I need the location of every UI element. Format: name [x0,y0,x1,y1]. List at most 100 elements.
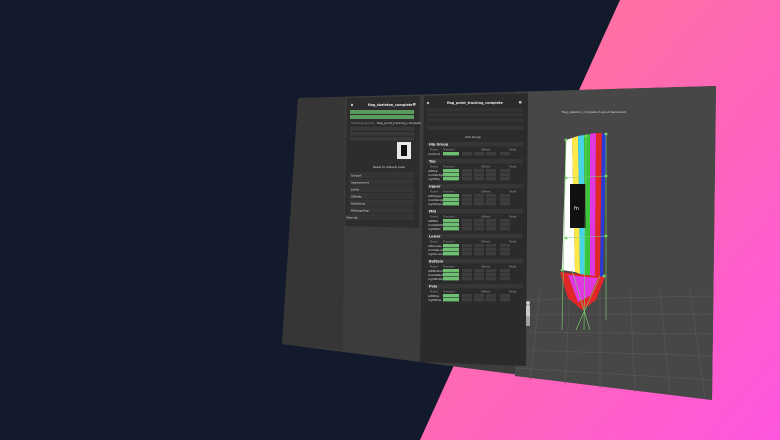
twist-field[interactable] [500,277,510,281]
offset-field[interactable] [486,219,496,223]
add-group-button[interactable]: Add Group [465,135,481,139]
group-header-upper[interactable] [427,184,523,189]
group-header-top[interactable] [427,159,523,164]
offset-field[interactable] [474,194,484,198]
offset-field[interactable] [474,269,484,273]
offset-field[interactable] [462,194,472,198]
offset-field[interactable] [462,227,472,231]
offset-field[interactable] [474,202,484,206]
offset-field[interactable] [474,252,484,256]
name-field[interactable] [350,110,414,114]
twist-field[interactable] [500,173,510,177]
source-field[interactable] [350,115,414,119]
offset-field[interactable] [486,194,496,198]
points-section[interactable] [427,126,523,130]
tracked-point-field[interactable] [443,227,459,231]
tracked-point-field[interactable] [443,152,459,156]
offset-field[interactable] [474,177,484,181]
twist-field[interactable] [500,223,510,227]
offset-field[interactable] [474,198,484,202]
offset-field[interactable] [462,202,472,206]
offset-field[interactable] [486,269,496,273]
twist-field[interactable] [500,194,510,198]
offset-field[interactable] [462,219,472,223]
settings-icon[interactable] [350,103,354,107]
offset-field[interactable] [486,152,496,156]
offset-field[interactable] [474,294,484,298]
offset-field[interactable] [462,273,472,277]
tracked-point-field[interactable] [443,173,459,177]
offset-field[interactable] [486,273,496,277]
tracked-point-field[interactable] [443,252,459,256]
left-panel-close-icon[interactable] [413,103,416,106]
offset-field[interactable] [486,277,496,281]
offset-field[interactable] [462,198,472,202]
twist-field[interactable] [500,248,510,252]
tracked-point-field[interactable] [443,248,459,252]
offset-field[interactable] [474,227,484,231]
twist-field[interactable] [500,202,510,206]
offset-field[interactable] [486,252,496,256]
offset-field[interactable] [486,227,496,231]
tracked-point-field[interactable] [443,277,459,281]
offset-field[interactable] [486,169,496,173]
group-header-pole[interactable] [427,284,523,289]
offset-field[interactable] [462,169,472,173]
offset-field[interactable] [462,248,472,252]
offset-field[interactable] [474,244,484,248]
tracked-point-field[interactable] [443,198,459,202]
offset-field[interactable] [474,277,484,281]
tracked-point-field[interactable] [443,219,459,223]
twist-field[interactable] [500,244,510,248]
offset-field[interactable] [474,219,484,223]
offset-field[interactable] [486,177,496,181]
middle-panel-close-icon[interactable] [519,101,522,104]
offset-field[interactable] [462,223,472,227]
offset-field[interactable] [486,294,496,298]
offset-field[interactable] [474,248,484,252]
middle-prop-1[interactable] [427,108,523,112]
offset-field[interactable] [462,298,472,302]
offset-field[interactable] [474,273,484,277]
offset-field[interactable] [486,223,496,227]
rest-position-field[interactable] [350,127,414,131]
bone-length-field[interactable] [350,132,414,136]
twist-field[interactable] [500,273,510,277]
tracked-point-field[interactable] [443,202,459,206]
offset-field[interactable] [474,152,484,156]
group-header-lower[interactable] [427,234,523,239]
offset-field[interactable] [486,298,496,302]
twist-field[interactable] [500,169,510,173]
tracked-point-field[interactable] [443,223,459,227]
offset-field[interactable] [486,244,496,248]
twist-field[interactable] [500,294,510,298]
offset-field[interactable] [462,294,472,298]
twist-field[interactable] [500,227,510,231]
offset-field[interactable] [486,198,496,202]
extra-field[interactable] [350,137,414,141]
offset-field[interactable] [486,202,496,206]
twist-field[interactable] [500,269,510,273]
reset-pose-button[interactable]: Reset to default pose [373,165,405,169]
offset-field[interactable] [462,152,472,156]
offset-field[interactable] [486,173,496,177]
twist-field[interactable] [500,177,510,181]
twist-field[interactable] [500,198,510,202]
offset-field[interactable] [474,298,484,302]
offset-field[interactable] [462,269,472,273]
twist-field[interactable] [500,298,510,302]
offset-field[interactable] [462,177,472,181]
offset-field[interactable] [486,248,496,252]
middle-settings-icon[interactable] [426,101,430,105]
twist-field[interactable] [500,252,510,256]
middle-prop-3[interactable] [427,118,523,122]
offset-field[interactable] [462,277,472,281]
tracked-point-field[interactable] [443,169,459,173]
offset-field[interactable] [462,244,472,248]
group-header-mid[interactable] [427,209,523,214]
tracked-point-field[interactable] [443,177,459,181]
middle-prop-2[interactable] [427,113,523,117]
tracked-point-field[interactable] [443,294,459,298]
tracked-point-field[interactable] [443,298,459,302]
offset-field[interactable] [462,252,472,256]
